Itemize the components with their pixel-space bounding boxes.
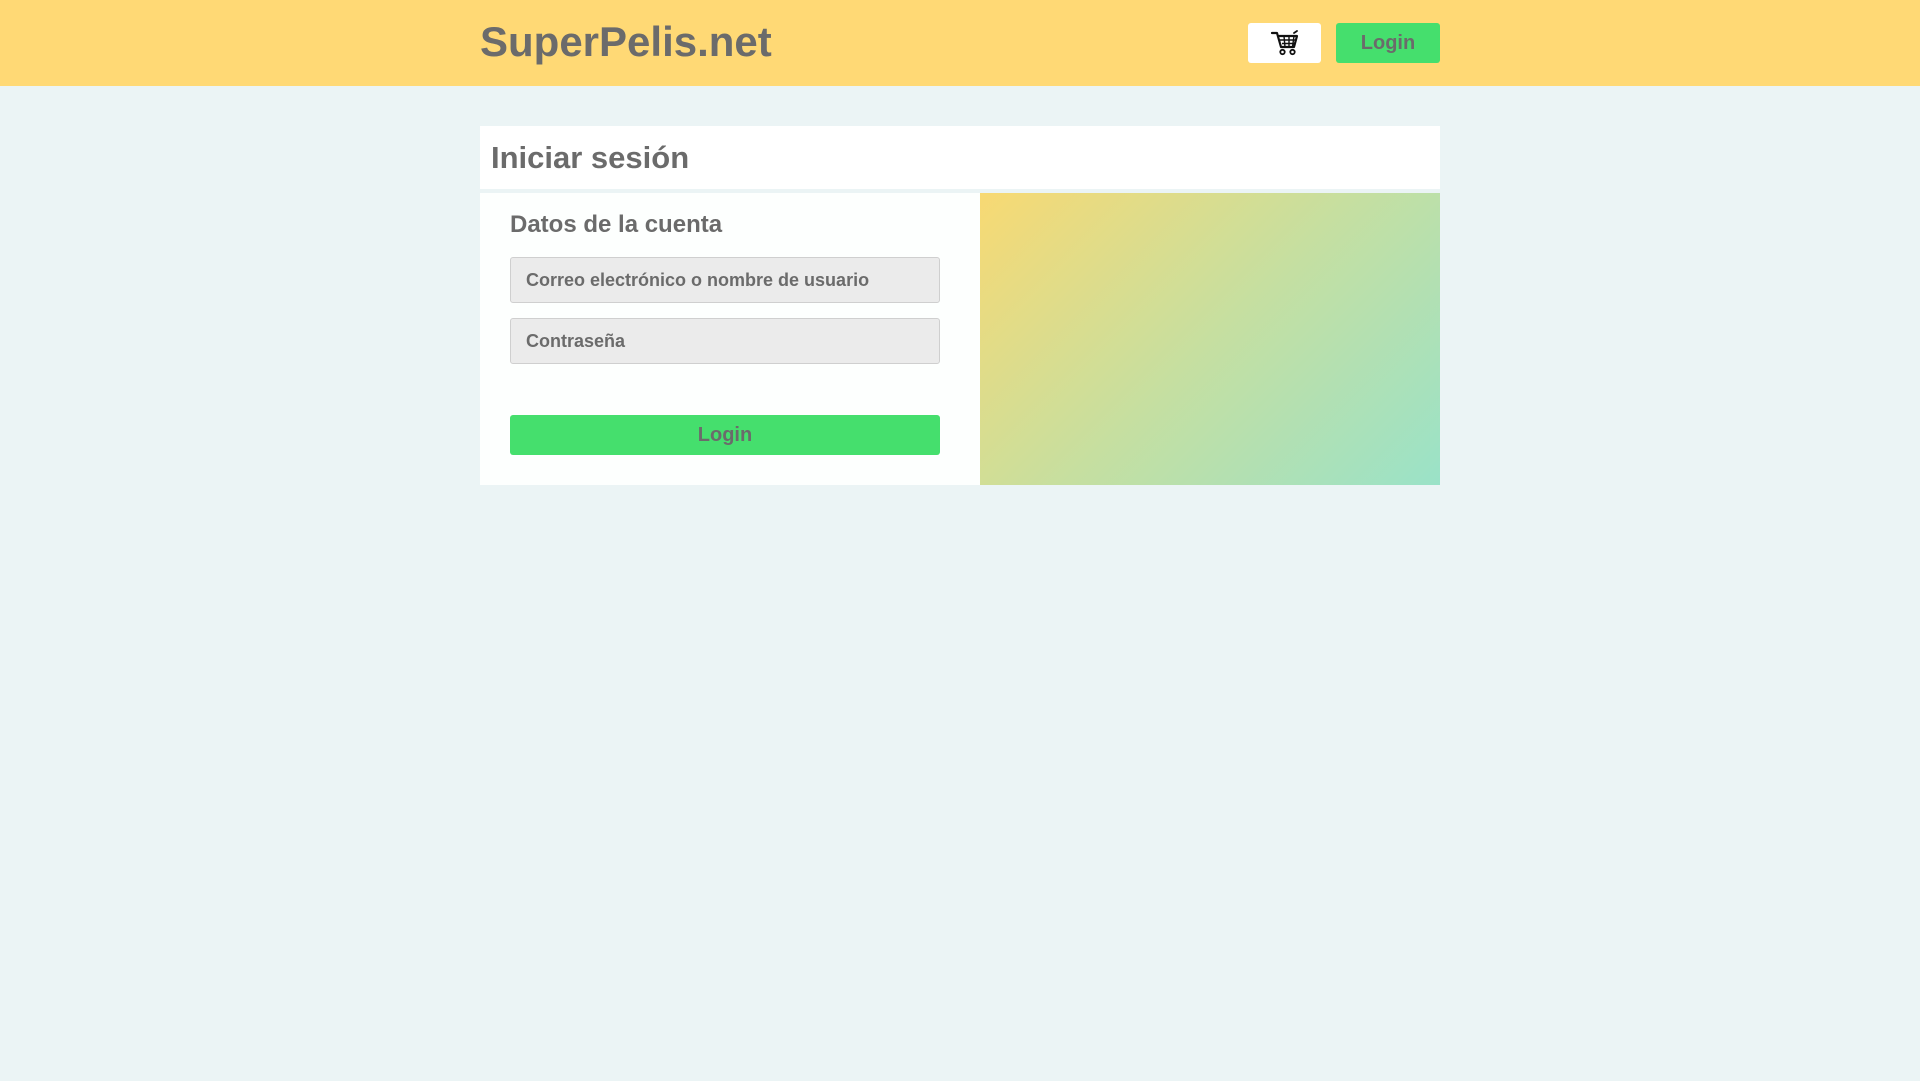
page-title-card: Iniciar sesión bbox=[480, 126, 1440, 189]
login-form-card: Datos de la cuenta Login bbox=[480, 193, 980, 485]
cart-button[interactable] bbox=[1248, 23, 1321, 63]
top-navigation-bar: SuperPelis.net Login bbox=[0, 0, 1920, 86]
site-logo[interactable]: SuperPelis.net bbox=[480, 16, 772, 68]
account-section-title: Datos de la cuenta bbox=[510, 211, 723, 238]
page-title: Iniciar sesión bbox=[491, 140, 690, 175]
password-field[interactable] bbox=[510, 318, 940, 364]
decorative-gradient-panel bbox=[980, 193, 1440, 485]
header-login-button[interactable]: Login bbox=[1336, 23, 1440, 63]
email-or-username-field[interactable] bbox=[510, 257, 940, 303]
shopping-cart-icon bbox=[1270, 30, 1298, 56]
login-submit-button[interactable]: Login bbox=[510, 415, 940, 455]
